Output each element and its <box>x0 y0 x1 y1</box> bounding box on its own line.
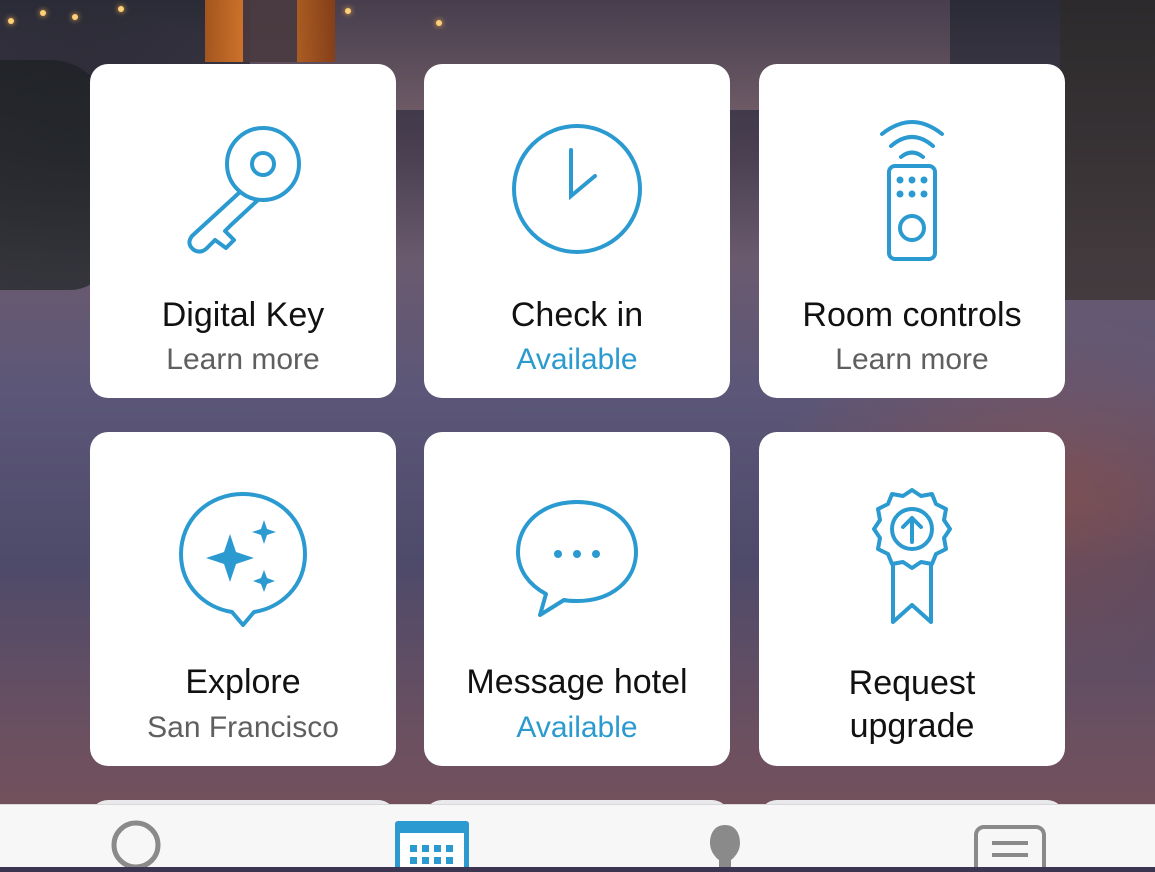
tile-subtitle: San Francisco <box>147 711 339 744</box>
search-icon <box>111 820 161 870</box>
key-icon <box>90 104 396 274</box>
calendar-icon <box>395 821 469 872</box>
bridge-tower <box>205 0 335 62</box>
tile-request-upgrade[interactable]: Request upgrade <box>759 432 1065 766</box>
tile-title: Message hotel <box>466 663 688 701</box>
tab-list[interactable] <box>970 805 1050 872</box>
tile-digital-key[interactable]: Digital Key Learn more <box>90 64 396 398</box>
tile-check-in[interactable]: Check in Available <box>424 64 730 398</box>
tile-status: Available <box>516 711 638 744</box>
tab-profile[interactable] <box>685 805 765 871</box>
remote-control-icon <box>759 104 1065 274</box>
tile-room-controls[interactable]: Room controls Learn more <box>759 64 1065 398</box>
tile-title-line2: upgrade <box>849 707 975 745</box>
tab-calendar[interactable] <box>392 805 472 872</box>
tile-title: Digital Key <box>161 296 325 334</box>
tile-title: Check in <box>510 296 644 334</box>
sparkle-pin-icon <box>90 472 396 642</box>
tile-title: Explore <box>185 663 301 701</box>
tab-bar <box>0 804 1155 872</box>
chat-bubble-icon <box>424 472 730 642</box>
tile-title-line1: Request <box>848 664 976 702</box>
award-ribbon-upgrade-icon <box>759 472 1065 642</box>
clock-icon <box>424 104 730 274</box>
tile-message-hotel[interactable]: Message hotel Available <box>424 432 730 766</box>
profile-icon <box>710 825 740 871</box>
tile-explore[interactable]: Explore San Francisco <box>90 432 396 766</box>
tile-subtitle: Learn more <box>166 343 320 376</box>
list-icon <box>974 825 1046 872</box>
tile-status: Available <box>516 343 638 376</box>
tab-search[interactable] <box>98 805 178 870</box>
tile-title: Room controls <box>802 296 1022 334</box>
tile-subtitle: Learn more <box>835 343 989 376</box>
